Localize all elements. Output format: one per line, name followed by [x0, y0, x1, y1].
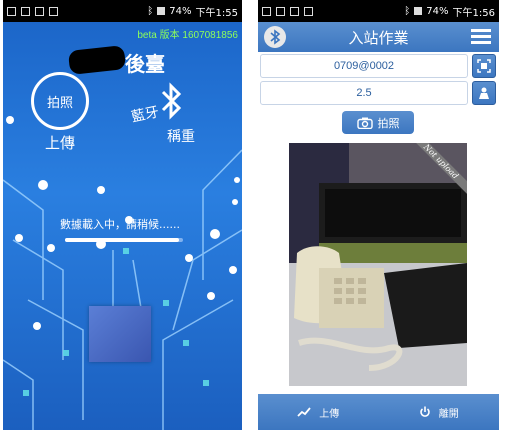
clock: 下午1:55: [195, 7, 238, 19]
status-bar: ᛒ 74% 下午1:56: [258, 0, 499, 22]
take-photo-button[interactable]: 拍照: [342, 111, 414, 134]
page-title: 入站作業: [348, 28, 409, 47]
signal-icon: [414, 7, 423, 15]
scale-icon: [479, 87, 489, 99]
notification-icons: [7, 6, 58, 16]
bluetooth-icon: [270, 29, 281, 45]
take-photo-label: 拍照: [377, 116, 400, 130]
loading-screen: ᛒ 74% 下午1:55 beta 版本 1607081856 後臺 拍照 上傳…: [3, 0, 242, 430]
notification-icons: [262, 6, 313, 16]
captured-photo: Not upload: [289, 143, 467, 386]
photo-image: [289, 143, 467, 386]
weigh-button[interactable]: [472, 81, 496, 105]
scan-icon: [477, 59, 491, 73]
clock: 下午1:56: [452, 7, 495, 19]
loading-progress-bar: [65, 238, 183, 242]
leave-button-label: 離開: [438, 408, 459, 420]
upload-label: 上傳: [45, 134, 76, 152]
loading-progress-fill: [65, 238, 180, 242]
leave-button[interactable]: 離開: [379, 394, 500, 430]
upload-button-label: 上傳: [319, 408, 340, 420]
app-title: 後臺: [125, 52, 165, 76]
battery-percent: 74%: [169, 5, 192, 17]
inbound-screen: ᛒ 74% 下午1:56 入站作業 0709@0002 2.5 拍照 Not u…: [258, 0, 499, 430]
bluetooth-icon[interactable]: [159, 82, 185, 120]
bluetooth-status-icon: ᛒ: [147, 5, 154, 17]
weight-field[interactable]: 2.5: [260, 81, 468, 105]
weigh-label: 稱重: [167, 129, 195, 145]
camera-icon: [356, 117, 373, 129]
bluetooth-button[interactable]: [264, 26, 286, 48]
photo-circle-button[interactable]: 拍照: [31, 72, 89, 130]
version-label: beta 版本 1607081856: [137, 30, 238, 41]
footer-bar: 上傳 離開: [258, 394, 499, 430]
code-field[interactable]: 0709@0002: [260, 54, 468, 78]
bluetooth-status-icon: ᛒ: [404, 5, 411, 17]
menu-icon[interactable]: [471, 29, 491, 45]
signal-icon: [157, 7, 166, 15]
scan-button[interactable]: [472, 54, 496, 78]
code-row: 0709@0002: [258, 54, 499, 80]
status-bar: ᛒ 74% 下午1:55: [3, 0, 242, 22]
weight-row: 2.5: [258, 81, 499, 107]
header-bar: 入站作業: [258, 22, 499, 52]
trend-icon: [297, 407, 311, 417]
upload-button[interactable]: 上傳: [258, 394, 379, 430]
battery-percent: 74%: [426, 5, 449, 17]
loading-message: 數據載入中，請稍候......: [60, 218, 180, 231]
photo-button-label: 拍照: [46, 95, 73, 111]
chip-graphic: [89, 306, 151, 362]
power-icon: [419, 406, 430, 417]
